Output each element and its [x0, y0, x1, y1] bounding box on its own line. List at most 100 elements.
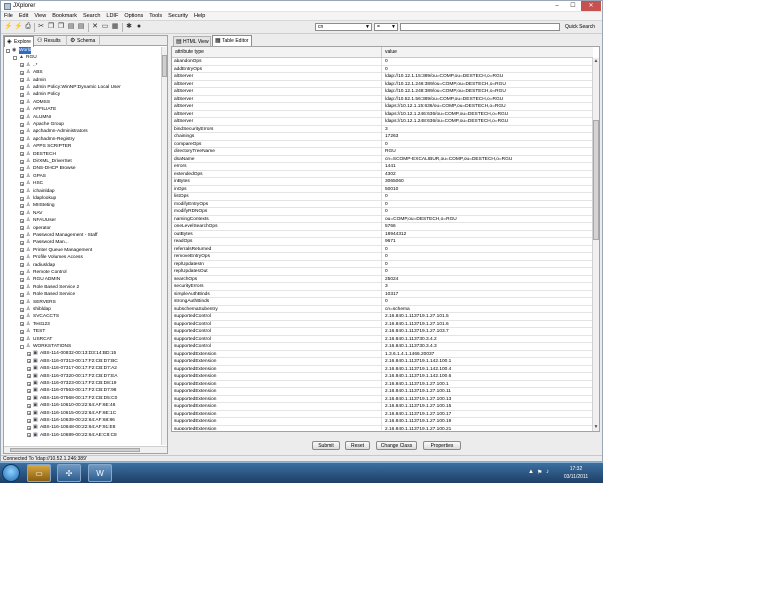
tab-table-editor[interactable]: ▦ Table Editor [212, 35, 252, 46]
table-row[interactable]: simpleAuthBinds 10317 [172, 290, 593, 298]
table-row[interactable]: abandonOps 0 [172, 58, 593, 66]
expand-icon[interactable]: + [20, 226, 24, 231]
tray-speaker-icon[interactable]: ♪ [546, 469, 549, 475]
expand-icon[interactable]: + [20, 78, 24, 83]
expand-icon[interactable]: + [20, 152, 24, 157]
expand-icon[interactable]: + [20, 107, 24, 112]
table-row[interactable]: supportedExtension 2.16.840.1.113719.1.27… [172, 380, 593, 388]
attribute-value-cell[interactable]: 2.16.840.1.113719.1.27.100.15 [383, 403, 593, 411]
expand-icon[interactable]: + [27, 374, 31, 379]
attribute-value-cell[interactable]: 2.16.840.1.113719.1.27.103.7 [383, 328, 593, 336]
table-row[interactable]: supportedExtension 2.16.840.1.113719.1.27… [172, 388, 593, 396]
expand-icon[interactable]: + [20, 63, 24, 68]
expand-icon[interactable]: + [27, 396, 31, 401]
attribute-value-cell[interactable]: 17263 [383, 133, 593, 141]
table-row[interactable]: chainings 17263 [172, 133, 593, 141]
table-row[interactable]: dsaName cn=SCOMP-EXCALIBUR,ou=COMP,ou=DES… [172, 155, 593, 163]
attribute-value-cell[interactable]: 18944312 [383, 231, 593, 239]
table-row[interactable]: supportedControl 2.16.840.1.113730.3.4.3 [172, 343, 593, 351]
menu-options[interactable]: Options [121, 12, 146, 20]
attribute-value-cell[interactable]: ldaps://10.12.1.15:636/ou=COMP,ou=DESTEC… [383, 103, 593, 111]
column-header-value[interactable]: value [382, 47, 593, 58]
expand-icon[interactable]: + [20, 203, 24, 208]
menu-bookmark[interactable]: Bookmark [49, 12, 80, 20]
attribute-value-cell[interactable]: 25024 [383, 276, 593, 284]
expand-icon[interactable]: + [20, 285, 24, 290]
refresh-icon[interactable]: ✱ [125, 23, 133, 31]
scroll-thumb[interactable] [593, 120, 599, 240]
expand-icon[interactable]: + [20, 329, 24, 334]
attribute-value-cell[interactable]: 2.16.840.1.113719.1.27.101.5 [383, 313, 593, 321]
tab-results[interactable]: ⚇ Results [35, 36, 67, 46]
quick-search-input[interactable] [400, 23, 560, 31]
table-row[interactable]: directoryTreeName RGU [172, 148, 593, 156]
scroll-up-icon[interactable]: ▲ [593, 58, 599, 65]
attribute-value-cell[interactable]: 0 [383, 268, 593, 276]
table-row[interactable]: listOps 0 [172, 193, 593, 201]
expand-icon[interactable]: + [20, 159, 24, 164]
expand-icon[interactable]: + [27, 433, 31, 438]
attribute-value-cell[interactable]: ldap://10.12.1.15:389/ou=COMP,ou=DESTECH… [383, 73, 593, 81]
attribute-value-cell[interactable]: 9671 [383, 238, 593, 246]
table-row[interactable]: supportedExtension 2.16.840.1.113719.1.14… [172, 358, 593, 366]
quick-search-button[interactable]: Quick Search [565, 24, 595, 30]
expand-icon[interactable]: + [20, 137, 24, 142]
menu-view[interactable]: View [31, 12, 49, 20]
table-row[interactable]: searchOps 25024 [172, 275, 593, 284]
menu-help[interactable]: Help [191, 12, 208, 20]
attribute-value-cell[interactable]: 3065060 [383, 178, 593, 186]
collapse-icon[interactable]: - [20, 344, 24, 349]
table-row[interactable]: namingContexts ou=COMP,ou=DESTECH,o=RGU [172, 215, 593, 223]
table-row[interactable]: supportedExtension 2.16.840.1.113719.1.14… [172, 373, 593, 381]
expand-icon[interactable]: + [27, 388, 31, 393]
expand-icon[interactable]: + [20, 122, 24, 127]
attribute-value-cell[interactable]: 1.3.6.1.4.1.1466.20037 [383, 351, 593, 359]
expand-icon[interactable]: + [20, 277, 24, 282]
expand-icon[interactable]: + [20, 240, 24, 245]
attribute-value-cell[interactable]: 0 [383, 66, 593, 74]
expand-icon[interactable]: + [20, 314, 24, 319]
scroll-thumb[interactable] [162, 55, 167, 77]
table-row[interactable]: readOps 9671 [172, 238, 593, 246]
expand-icon[interactable]: + [20, 85, 24, 90]
table-row[interactable]: replUpdatesOut 0 [172, 268, 593, 276]
attribute-value-cell[interactable]: 2.16.840.1.113719.1.27.100.19 [383, 418, 593, 426]
expand-icon[interactable]: + [20, 300, 24, 305]
expand-icon[interactable]: + [20, 211, 24, 216]
copy-icon[interactable]: ❐ [47, 23, 55, 31]
attribute-value-cell[interactable]: 2.16.840.1.113719.1.27.100.13 [383, 396, 593, 404]
table-row[interactable]: compareOps 0 [172, 140, 593, 148]
expand-icon[interactable]: + [20, 322, 24, 327]
menu-tools[interactable]: Tools [146, 12, 165, 20]
paste-icon[interactable]: ▤ [67, 23, 75, 31]
tree-vertical-scrollbar[interactable] [161, 47, 167, 445]
scroll-thumb[interactable] [10, 448, 140, 452]
table-row[interactable]: addEntryOps 0 [172, 65, 593, 74]
expand-icon[interactable]: + [27, 359, 31, 364]
table-row[interactable]: extendedOps 4302 [172, 170, 593, 179]
table-row[interactable]: supportedControl 2.16.840.1.113730.3.4.2 [172, 335, 593, 343]
expand-icon[interactable]: + [20, 181, 24, 186]
attribute-value-cell[interactable]: cn=schema [383, 306, 593, 314]
print-icon[interactable]: ⎙ [24, 23, 32, 31]
table-row[interactable]: inBytes 3065060 [172, 178, 593, 186]
cut-icon[interactable]: ✂ [37, 23, 45, 31]
table-row[interactable]: modifyEntryOps 0 [172, 200, 593, 208]
directory-tree[interactable]: - ◉ World - ▲ RGU + ♙ ..* + ♙ ABS + ♙ admin + ♙ admin Pol… [4, 47, 161, 445]
attribute-value-cell[interactable]: 50010 [383, 186, 593, 194]
attribute-value-cell[interactable]: 0 [383, 58, 593, 66]
table-row[interactable]: subschemaSubentry cn=schema [172, 305, 593, 314]
connect-icon[interactable]: ⚡ [4, 23, 13, 31]
network-taskbar-icon[interactable]: ✣ [57, 464, 81, 482]
rename-icon[interactable]: ▦ [111, 23, 119, 31]
table-row[interactable]: referralsReturned 0 [172, 245, 593, 253]
attribute-value-cell[interactable]: 4302 [383, 171, 593, 179]
expand-icon[interactable]: + [27, 411, 31, 416]
attribute-value-cell[interactable]: 0 [383, 253, 593, 261]
word-taskbar-icon[interactable]: W [88, 464, 112, 482]
column-header-attribute-type[interactable]: attribute type [172, 47, 382, 58]
table-vertical-scrollbar[interactable]: ▲ ▼ [592, 58, 599, 431]
menu-security[interactable]: Security [165, 12, 191, 20]
tray-arrow-icon[interactable]: ▲ [528, 469, 534, 475]
table-row[interactable]: securityErrors 3 [172, 283, 593, 291]
